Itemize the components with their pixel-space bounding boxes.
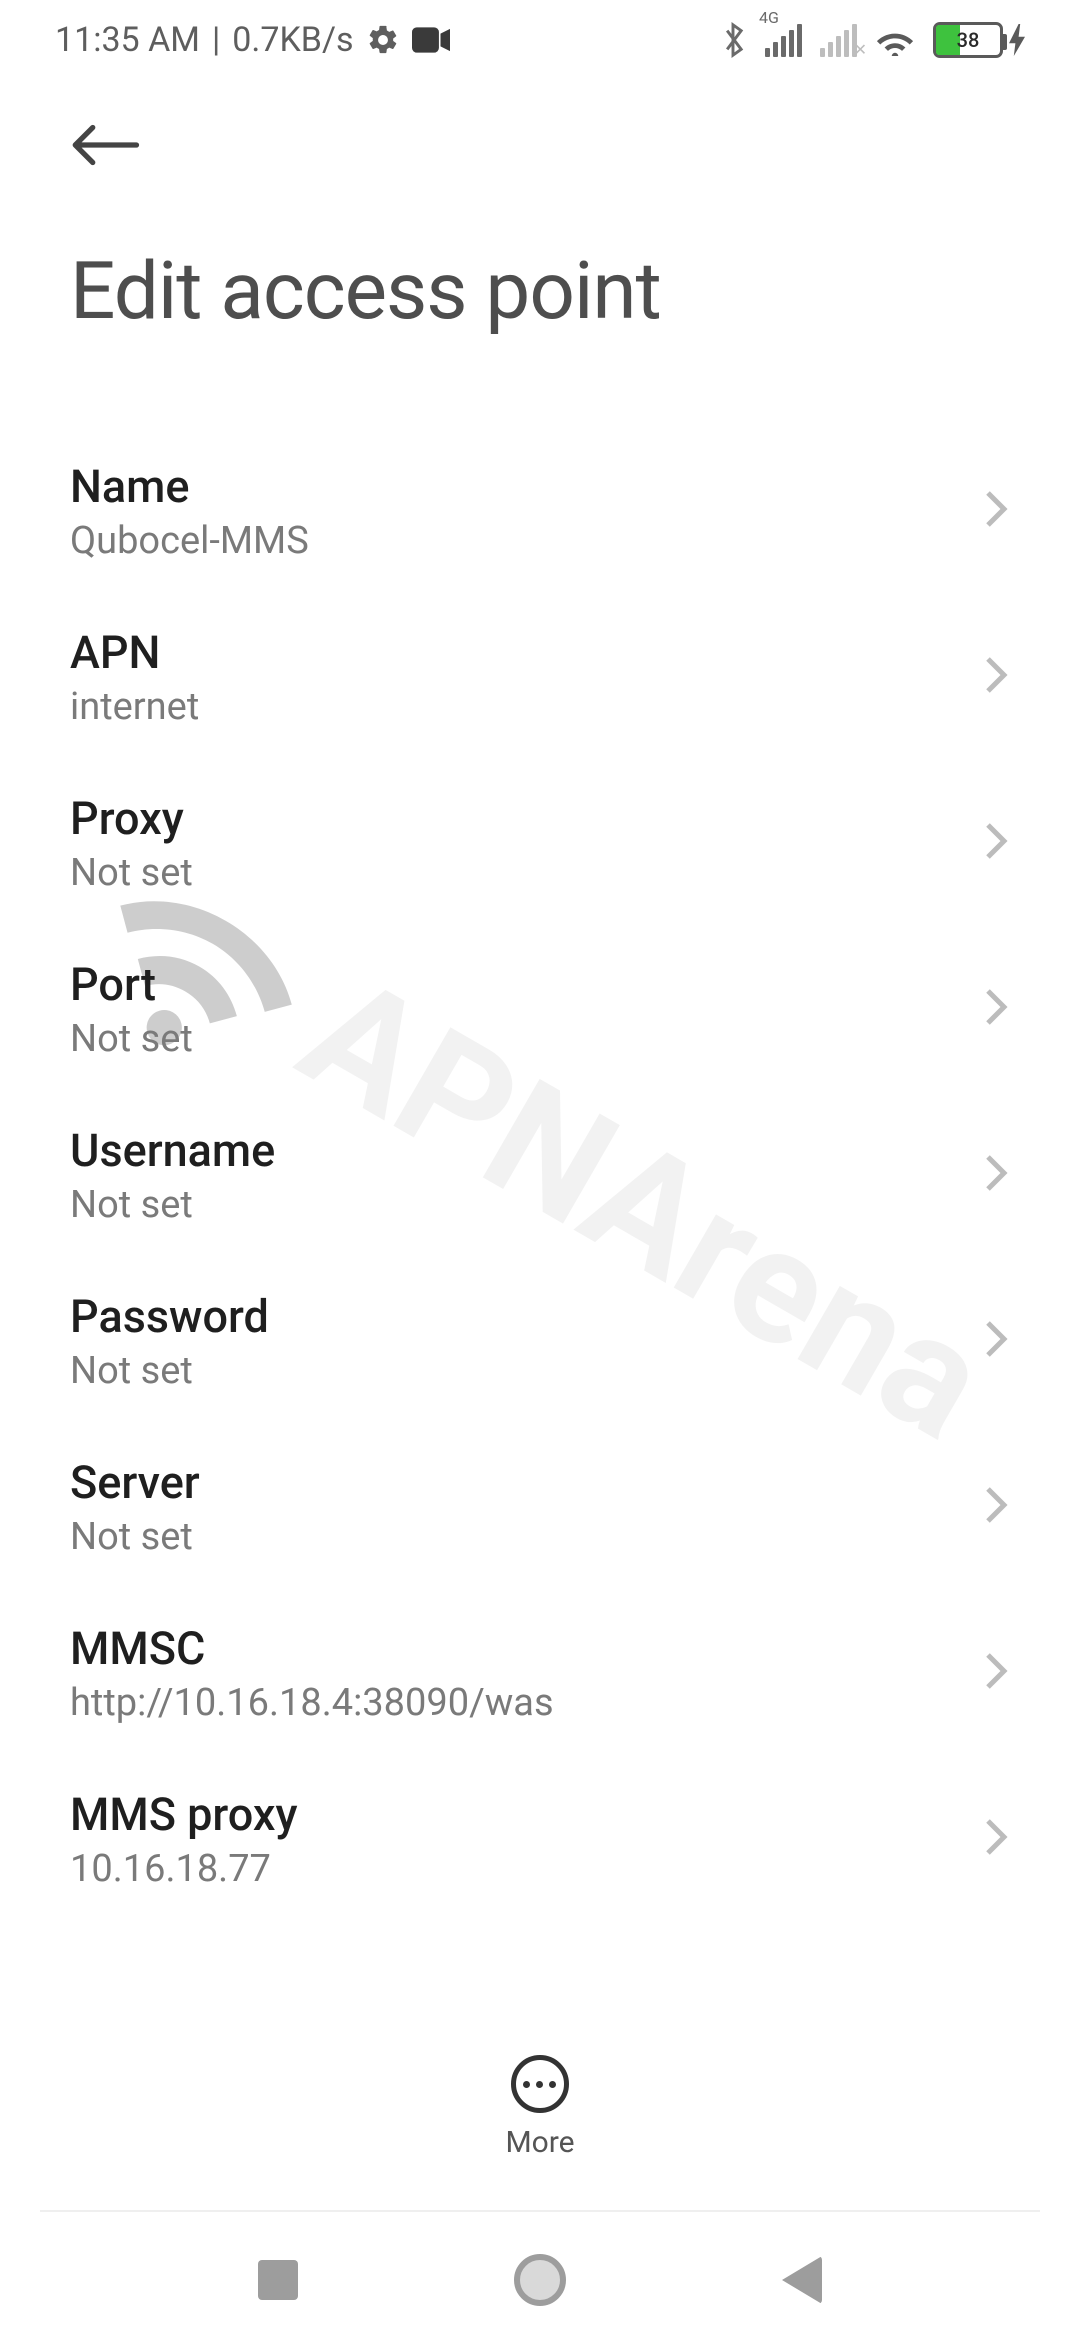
chevron-right-icon: [982, 489, 1010, 533]
system-nav-bar: [0, 2230, 1080, 2330]
field-label: MMSC: [70, 1622, 554, 1675]
charging-icon: [1009, 23, 1025, 57]
chevron-right-icon: [982, 1319, 1010, 1363]
field-value: Not set: [70, 851, 193, 895]
status-bar: 11:35 AM | 0.7KB/s 4G ✕ 38: [0, 0, 1080, 60]
field-label: Port: [70, 958, 193, 1011]
field-apn[interactable]: APN internet: [0, 594, 1080, 760]
field-value: Not set: [70, 1515, 200, 1559]
field-label: APN: [70, 626, 199, 679]
chevron-right-icon: [982, 1817, 1010, 1861]
gear-icon: [366, 23, 400, 57]
back-button[interactable]: [70, 120, 140, 170]
apn-fields-list: Name Qubocel-MMS APN internet Proxy Not …: [0, 368, 1080, 1922]
chevron-right-icon: [982, 1651, 1010, 1695]
more-icon: [511, 2055, 569, 2113]
field-value: Qubocel-MMS: [70, 519, 309, 563]
field-name[interactable]: Name Qubocel-MMS: [0, 428, 1080, 594]
chevron-right-icon: [982, 821, 1010, 865]
field-label: Proxy: [70, 792, 193, 845]
field-value: 10.16.18.77: [70, 1847, 298, 1891]
page-title: Edit access point: [0, 174, 1080, 368]
field-label: Username: [70, 1124, 275, 1177]
field-password[interactable]: Password Not set: [0, 1258, 1080, 1424]
field-mms-proxy[interactable]: MMS proxy 10.16.18.77: [0, 1756, 1080, 1922]
bluetooth-icon: [719, 20, 747, 60]
field-value: Not set: [70, 1017, 193, 1061]
divider: [40, 2210, 1040, 2212]
field-label: Password: [70, 1290, 269, 1343]
more-button[interactable]: More: [505, 2055, 574, 2160]
nav-recent-button[interactable]: [258, 2260, 298, 2300]
field-value: Not set: [70, 1349, 269, 1393]
status-time: 11:35 AM: [55, 20, 200, 60]
field-value: http://10.16.18.4:38090/was: [70, 1681, 554, 1725]
chevron-right-icon: [982, 987, 1010, 1031]
chevron-right-icon: [982, 1485, 1010, 1529]
camera-icon: [412, 26, 450, 54]
nav-home-button[interactable]: [514, 2254, 566, 2306]
field-value: Not set: [70, 1183, 275, 1227]
field-server[interactable]: Server Not set: [0, 1424, 1080, 1590]
chevron-right-icon: [982, 1153, 1010, 1197]
arrow-left-icon: [70, 120, 140, 170]
status-rate: 0.7KB/s: [232, 20, 353, 60]
field-proxy[interactable]: Proxy Not set: [0, 760, 1080, 926]
signal-2: ✕: [820, 24, 857, 57]
field-value: internet: [70, 685, 199, 729]
field-port[interactable]: Port Not set: [0, 926, 1080, 1092]
more-label: More: [505, 2125, 574, 2160]
signal-1: 4G: [765, 24, 802, 57]
chevron-right-icon: [982, 655, 1010, 699]
field-label: Server: [70, 1456, 200, 1509]
field-username[interactable]: Username Not set: [0, 1092, 1080, 1258]
wifi-icon: [875, 24, 915, 56]
field-mmsc[interactable]: MMSC http://10.16.18.4:38090/was: [0, 1590, 1080, 1756]
nav-back-button[interactable]: [782, 2256, 822, 2304]
battery-icon: 38: [933, 22, 1025, 58]
field-label: Name: [70, 460, 309, 513]
field-label: MMS proxy: [70, 1788, 298, 1841]
